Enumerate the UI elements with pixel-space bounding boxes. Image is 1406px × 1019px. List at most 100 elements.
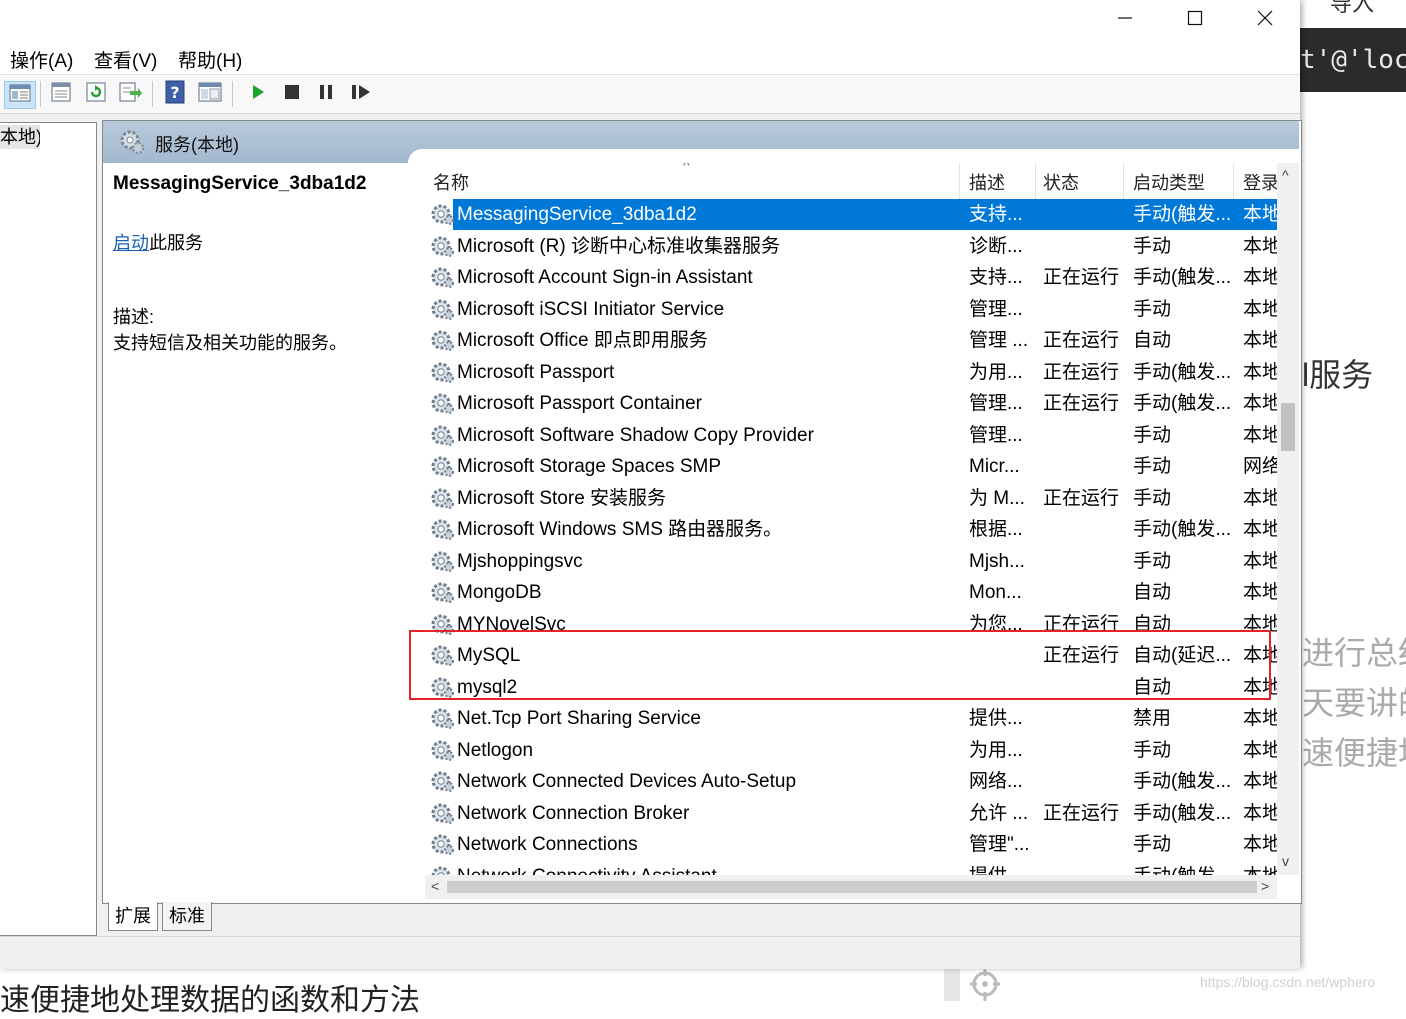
column-header-name[interactable]: 名称 — [433, 169, 469, 195]
content-area: 本地) 服务(本地) MessagingService_3dba1d2 启动此服… — [0, 114, 1302, 936]
pause-service-button[interactable] — [313, 81, 339, 107]
service-row[interactable]: Net.Tcp Port Sharing Service 提供... 禁用 本地 — [425, 703, 1277, 734]
menu-action[interactable]: 操作(A) — [10, 46, 73, 73]
service-row[interactable]: Microsoft Storage Spaces SMP Micr... 手动 网络 — [425, 451, 1277, 482]
service-row[interactable]: MongoDB Mon... 自动 本地 — [425, 577, 1277, 608]
service-description-cell: Mon... — [969, 582, 1022, 603]
service-status-cell: 正在运行 — [1043, 645, 1120, 666]
service-gear-icon — [430, 517, 454, 541]
service-logon-cell: 本地 — [1243, 802, 1277, 824]
service-description-cell: 管理... — [969, 298, 1023, 320]
maximize-button[interactable] — [1160, 0, 1230, 40]
background-page — [1300, 0, 1406, 1001]
scroll-up-icon[interactable]: ^ — [1282, 167, 1289, 183]
service-gear-icon — [430, 801, 454, 825]
service-description-cell: 管理... — [969, 424, 1023, 446]
column-header-logon[interactable]: 登录 — [1243, 169, 1277, 195]
service-gear-icon — [430, 612, 454, 636]
pane-header: 服务(本地) — [103, 121, 1301, 163]
service-name-cell: Netlogon — [457, 739, 534, 761]
service-name-cell: Microsoft Passport — [457, 361, 615, 383]
service-logon-cell: 本地 — [1243, 204, 1277, 225]
close-button[interactable] — [1230, 0, 1300, 40]
start-service-line: 启动此服务 — [113, 229, 203, 255]
service-row[interactable]: Netlogon 为用... 手动 本地 — [425, 735, 1277, 766]
background-text-fragment: 速便捷地 — [1302, 735, 1406, 771]
refresh-button[interactable] — [83, 81, 109, 107]
show-hide-tree-button[interactable] — [4, 81, 36, 109]
service-logon-cell: 本地 — [1243, 235, 1277, 257]
pane-title: 服务(本地) — [155, 135, 239, 155]
column-header-description[interactable]: 描述 — [969, 169, 1005, 195]
menu-help[interactable]: 帮助(H) — [178, 46, 242, 73]
service-logon-cell: 本地 — [1243, 864, 1277, 876]
background-top-text: 导入 — [1330, 0, 1375, 16]
help-icon: ? — [164, 80, 186, 109]
service-row[interactable]: Microsoft iSCSI Initiator Service 管理... 手动… — [425, 294, 1277, 325]
vertical-scroll-thumb[interactable] — [1281, 403, 1295, 451]
export-list-button[interactable] — [117, 81, 143, 107]
tab-extended[interactable]: 扩展 — [108, 902, 158, 931]
service-gear-icon — [430, 580, 454, 604]
service-name-cell: Mjshoppingsvc — [457, 550, 583, 572]
service-row[interactable]: Mjshoppingsvc Mjsh... 手动 本地 — [425, 546, 1277, 577]
service-row[interactable]: Microsoft (R) 诊断中心标准收集器服务 诊断... 手动 本地 — [425, 231, 1277, 262]
service-status-cell: 正在运行 — [1043, 487, 1120, 509]
tree-item-services-local[interactable]: 本地) — [0, 125, 40, 149]
service-description-cell: 提供... — [969, 708, 1023, 729]
service-gear-icon — [430, 675, 454, 699]
resume-service-button[interactable] — [348, 81, 374, 107]
scroll-right-icon[interactable]: > — [1261, 878, 1269, 894]
service-logon-cell: 本地 — [1243, 834, 1277, 855]
service-row[interactable]: MYNovelSvc 为您... 正在运行 自动 本地 — [425, 609, 1277, 640]
service-row[interactable]: Network Connected Devices Auto-Setup 网络..… — [425, 766, 1277, 797]
vertical-scrollbar[interactable]: ^ v — [1277, 163, 1299, 875]
service-name-cell: Microsoft Account Sign-in Assistant — [457, 267, 753, 288]
service-row[interactable]: Network Connectivity Assistant 提供... 手动(触发… — [425, 861, 1277, 876]
scroll-down-icon[interactable]: v — [1282, 853, 1289, 869]
refresh-icon — [85, 81, 107, 108]
service-row[interactable]: mysql2 自动 本地 — [425, 672, 1277, 703]
service-gear-icon — [430, 454, 454, 478]
service-name-cell: Microsoft Store 安装服务 — [457, 487, 667, 509]
toolbar: ? — [0, 74, 1300, 114]
service-row[interactable]: Network Connections 管理"... 手动 本地 — [425, 829, 1277, 860]
help-button[interactable]: ? — [162, 80, 188, 109]
column-header-startup-type[interactable]: 启动类型 — [1133, 169, 1205, 195]
horizontal-scrollbar[interactable]: < > — [425, 875, 1277, 899]
service-name-cell: Network Connection Broker — [457, 802, 690, 824]
mmc-view-button[interactable] — [197, 81, 223, 107]
service-status-cell: 正在运行 — [1043, 802, 1120, 824]
service-startup-type-cell: 手动(触发... — [1133, 771, 1232, 792]
service-row[interactable]: Network Connection Broker 允许 ... 正在运行 手动(触发… — [425, 798, 1277, 829]
service-row[interactable]: Microsoft Office 即点即用服务 管理 ... 正在运行 自动 本地 — [425, 325, 1277, 356]
column-header-status[interactable]: 状态 — [1043, 169, 1079, 195]
service-startup-type-cell: 手动(触发... — [1133, 393, 1232, 414]
scroll-left-icon[interactable]: < — [431, 878, 439, 894]
service-row[interactable]: Microsoft Software Shadow Copy Provider 管… — [425, 420, 1277, 451]
services-window: 操作(A) 查看(V) 帮助(H) ? 本地) 服务(本地) Messaging… — [0, 0, 1302, 969]
tab-standard[interactable]: 标准 — [162, 902, 212, 931]
view-tabs: 扩展 标准 — [102, 902, 1300, 936]
service-row[interactable]: Microsoft Passport 为用... 正在运行 手动(触发... 本地 — [425, 357, 1277, 388]
service-description-cell: Micr... — [969, 456, 1020, 477]
service-row[interactable]: MySQL 正在运行 自动(延迟... 本地 — [425, 640, 1277, 671]
service-description-cell: 管理 ... — [969, 330, 1029, 351]
horizontal-scroll-thumb[interactable] — [447, 881, 1257, 893]
menu-view[interactable]: 查看(V) — [94, 46, 157, 73]
crosshair-icon[interactable] — [968, 968, 1002, 1001]
service-row[interactable]: Microsoft Store 安装服务 为 M... 正在运行 手动 本地 — [425, 483, 1277, 514]
service-gear-icon — [430, 265, 454, 289]
service-logon-cell: 本地 — [1243, 676, 1277, 698]
service-row[interactable]: MessagingService_3dba1d2 支持... 手动(触发... 本地 — [425, 199, 1277, 230]
service-gear-icon — [430, 202, 454, 226]
service-logon-cell: 本地 — [1243, 298, 1277, 320]
start-service-button[interactable] — [245, 81, 271, 107]
properties-button[interactable] — [48, 81, 74, 107]
start-service-link[interactable]: 启动 — [113, 233, 149, 253]
service-row[interactable]: Microsoft Windows SMS 路由器服务。 根据... 手动(触发..… — [425, 514, 1277, 545]
minimize-button[interactable] — [1090, 0, 1160, 40]
stop-service-button[interactable] — [279, 81, 305, 107]
service-row[interactable]: Microsoft Account Sign-in Assistant 支持...… — [425, 262, 1277, 293]
service-row[interactable]: Microsoft Passport Container 管理... 正在运行 手动(… — [425, 388, 1277, 419]
